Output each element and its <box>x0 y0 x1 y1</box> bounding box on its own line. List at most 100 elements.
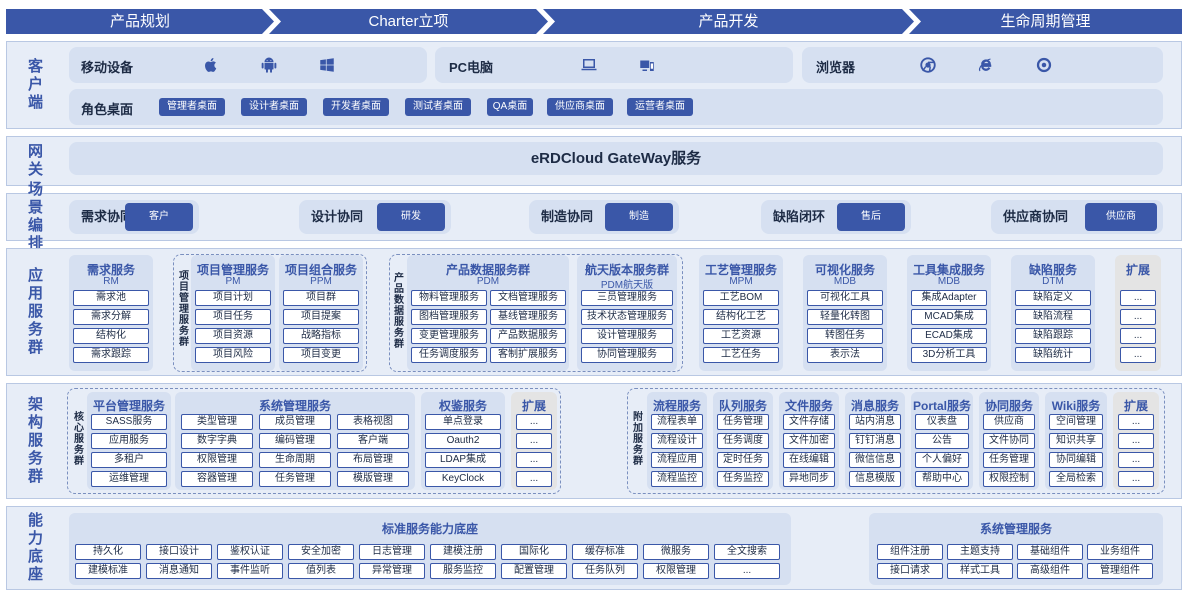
portal-item[interactable]: 公告 <box>915 433 969 449</box>
file-item[interactable]: 文件存储 <box>783 414 835 430</box>
platform-item[interactable]: SASS服务 <box>91 414 167 430</box>
system-item[interactable]: 生命周期 <box>259 452 331 468</box>
pm-item[interactable]: 项目任务 <box>195 309 271 325</box>
scene-supplier[interactable]: 供应商协同 供应商 <box>991 200 1163 234</box>
std-base-item[interactable]: 建模标准 <box>75 563 141 579</box>
std-base-item[interactable]: 任务队列 <box>572 563 638 579</box>
windows-icon[interactable] <box>317 55 337 75</box>
pdm-item[interactable]: 变更管理服务 <box>411 328 487 344</box>
collab-item[interactable]: 任务管理 <box>983 452 1035 468</box>
std-base-item[interactable]: 值列表 <box>288 563 354 579</box>
addon-expand-item[interactable]: ... <box>1118 414 1154 430</box>
std-base-item[interactable]: 日志管理 <box>359 544 425 560</box>
sys-base-item[interactable]: 业务组件 <box>1087 544 1153 560</box>
std-base-item[interactable]: 配置管理 <box>501 563 567 579</box>
std-base-item[interactable]: 全文搜索 <box>714 544 780 560</box>
addon-expand-item[interactable]: ... <box>1118 471 1154 487</box>
auth-item[interactable]: Oauth2 <box>425 433 501 449</box>
aero-item[interactable]: 三员管理服务 <box>581 290 673 306</box>
desk-supplier[interactable]: 供应商桌面 <box>547 98 613 116</box>
std-base-item[interactable]: 建模注册 <box>430 544 496 560</box>
mpm-item[interactable]: 工艺任务 <box>703 347 779 363</box>
mpm-item[interactable]: 工艺资源 <box>703 328 779 344</box>
rm-item[interactable]: 需求池 <box>73 290 149 306</box>
wiki-item[interactable]: 协同编辑 <box>1049 452 1103 468</box>
system-item[interactable]: 表格视图 <box>337 414 409 430</box>
rm-item[interactable]: 需求跟踪 <box>73 347 149 363</box>
std-base-item[interactable]: 服务监控 <box>430 563 496 579</box>
core-expand-item[interactable]: ... <box>516 433 552 449</box>
aero-item[interactable]: 协同管理服务 <box>581 347 673 363</box>
desk-operator[interactable]: 运营者桌面 <box>627 98 693 116</box>
system-item[interactable]: 容器管理 <box>181 471 253 487</box>
mdb-item[interactable]: 表示法 <box>807 347 883 363</box>
queue-item[interactable]: 任务管理 <box>717 414 769 430</box>
sys-base-item[interactable]: 接口请求 <box>877 563 943 579</box>
desk-manager[interactable]: 管理者桌面 <box>159 98 225 116</box>
ppm-item[interactable]: 战略指标 <box>283 328 359 344</box>
portal-item[interactable]: 帮助中心 <box>915 471 969 487</box>
android-icon[interactable] <box>259 55 279 75</box>
core-expand-item[interactable]: ... <box>516 471 552 487</box>
gateway-service[interactable]: eRDCloud GateWay服务 <box>69 142 1163 175</box>
queue-item[interactable]: 任务调度 <box>717 433 769 449</box>
tool-item[interactable]: MCAD集成 <box>911 309 987 325</box>
queue-item[interactable]: 任务监控 <box>717 471 769 487</box>
dtm-item[interactable]: 缺陷定义 <box>1015 290 1091 306</box>
auth-item[interactable]: 单点登录 <box>425 414 501 430</box>
std-base-item[interactable]: 国际化 <box>501 544 567 560</box>
sys-base-item[interactable]: 主题支持 <box>947 544 1013 560</box>
sys-base-item[interactable]: 基础组件 <box>1017 544 1083 560</box>
file-item[interactable]: 在线编辑 <box>783 452 835 468</box>
pdm-item[interactable]: 图档管理服务 <box>411 309 487 325</box>
rm-item[interactable]: 需求分解 <box>73 309 149 325</box>
std-base-item[interactable]: 异常管理 <box>359 563 425 579</box>
system-item[interactable]: 数字字典 <box>181 433 253 449</box>
desk-tester[interactable]: 测试者桌面 <box>405 98 471 116</box>
std-base-item[interactable]: 持久化 <box>75 544 141 560</box>
tool-item[interactable]: ECAD集成 <box>911 328 987 344</box>
pdm-item[interactable]: 任务调度服务 <box>411 347 487 363</box>
system-item[interactable]: 编码管理 <box>259 433 331 449</box>
scene-design[interactable]: 设计协同 研发 <box>299 200 451 234</box>
sys-base-item[interactable]: 样式工具 <box>947 563 1013 579</box>
pdm-item[interactable]: 基线管理服务 <box>490 309 566 325</box>
std-base-item[interactable]: 缓存标准 <box>572 544 638 560</box>
app-expand-item[interactable]: ... <box>1120 290 1156 306</box>
core-expand-item[interactable]: ... <box>516 452 552 468</box>
scene-manufacture[interactable]: 制造协同 制造 <box>529 200 679 234</box>
pdm-item[interactable]: 产品数据服务 <box>490 328 566 344</box>
wiki-item[interactable]: 空间管理 <box>1049 414 1103 430</box>
desk-developer[interactable]: 开发者桌面 <box>323 98 389 116</box>
pm-item[interactable]: 项目计划 <box>195 290 271 306</box>
mdb-item[interactable]: 转图任务 <box>807 328 883 344</box>
std-base-item[interactable]: 安全加密 <box>288 544 354 560</box>
msg-item[interactable]: 信息模版 <box>849 471 901 487</box>
msg-item[interactable]: 微信信息 <box>849 452 901 468</box>
std-base-item[interactable]: ... <box>714 563 780 579</box>
portal-item[interactable]: 个人偏好 <box>915 452 969 468</box>
flow-item[interactable]: 流程监控 <box>651 471 703 487</box>
pm-item[interactable]: 项目资源 <box>195 328 271 344</box>
scene-requirement[interactable]: 需求协同 客户 <box>69 200 199 234</box>
mdb-item[interactable]: 可视化工具 <box>807 290 883 306</box>
system-item[interactable]: 任务管理 <box>259 471 331 487</box>
file-item[interactable]: 异地同步 <box>783 471 835 487</box>
dtm-item[interactable]: 缺陷流程 <box>1015 309 1091 325</box>
ppm-item[interactable]: 项目提案 <box>283 309 359 325</box>
ie-icon[interactable] <box>976 55 996 75</box>
apple-icon[interactable] <box>201 55 221 75</box>
system-item[interactable]: 类型管理 <box>181 414 253 430</box>
mpm-item[interactable]: 工艺BOM <box>703 290 779 306</box>
collab-item[interactable]: 权限控制 <box>983 471 1035 487</box>
auth-item[interactable]: KeyClock <box>425 471 501 487</box>
app-expand-item[interactable]: ... <box>1120 347 1156 363</box>
std-base-item[interactable]: 接口设计 <box>146 544 212 560</box>
desk-qa[interactable]: QA桌面 <box>487 98 533 116</box>
app-expand-item[interactable]: ... <box>1120 309 1156 325</box>
mdb-item[interactable]: 轻量化转图 <box>807 309 883 325</box>
collab-item[interactable]: 供应商 <box>983 414 1035 430</box>
dtm-item[interactable]: 缺陷跟踪 <box>1015 328 1091 344</box>
platform-item[interactable]: 运维管理 <box>91 471 167 487</box>
std-base-item[interactable]: 权限管理 <box>643 563 709 579</box>
